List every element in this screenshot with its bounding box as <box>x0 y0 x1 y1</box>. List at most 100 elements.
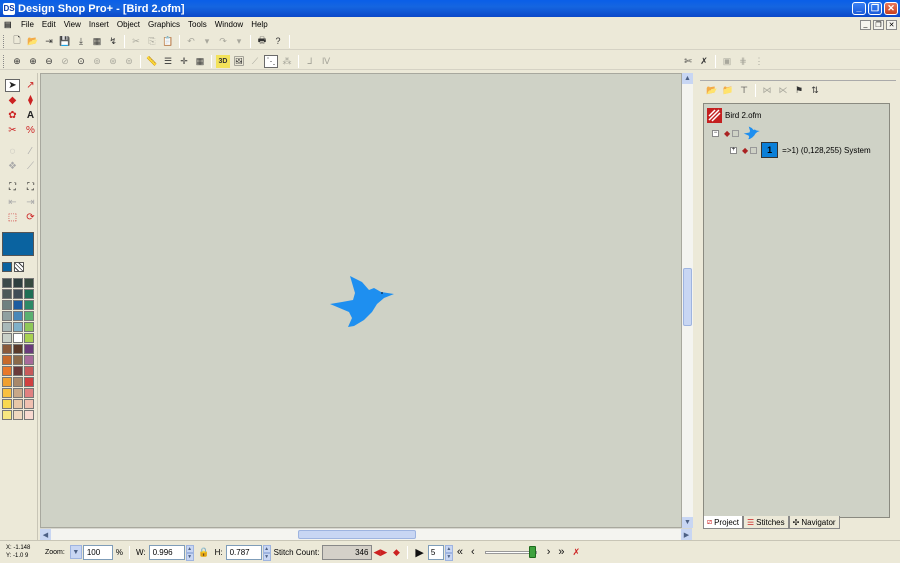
height-stepper[interactable]: ▲ ▼ <box>262 544 271 561</box>
fill-tool-icon[interactable]: ◆ <box>5 94 20 107</box>
color-swatch[interactable] <box>24 311 34 321</box>
color-swatch[interactable] <box>24 344 34 354</box>
wand-icon[interactable]: ⁄ <box>23 145 38 158</box>
tab-stitches[interactable]: ☰ Stitches <box>743 516 789 529</box>
scroll-right-icon[interactable]: ▶ <box>681 529 692 540</box>
background-image-icon[interactable]: 🖼 <box>232 55 246 68</box>
lettering-icon[interactable]: ⅃ <box>303 55 317 68</box>
paste-icon[interactable]: 📋 <box>161 35 175 48</box>
doc-minimize-icon[interactable]: _ <box>860 19 871 30</box>
panel-flag-icon[interactable]: ⚑ <box>792 84 806 97</box>
select-arrow-icon[interactable]: ➤ <box>5 79 20 92</box>
color-swatch[interactable] <box>24 366 34 376</box>
design-canvas[interactable] <box>40 73 682 528</box>
panel-tree-icon[interactable]: ⊤ <box>737 84 751 97</box>
undo-dropdown-icon[interactable]: ▾ <box>200 35 214 48</box>
color-swatch[interactable] <box>13 278 23 288</box>
expand-icon[interactable]: + <box>730 146 737 154</box>
previous-stitch-icon[interactable]: ‹ <box>471 546 475 558</box>
color-swatch[interactable] <box>24 399 34 409</box>
ruler-icon[interactable]: 📏 <box>145 55 159 68</box>
color-swatch[interactable] <box>2 289 12 299</box>
lasso-icon[interactable]: ◌ <box>5 145 20 158</box>
current-color-box[interactable] <box>2 232 34 256</box>
menu-help[interactable]: Help <box>247 20 271 29</box>
color-swatch[interactable] <box>24 377 34 387</box>
show-stitches-icon[interactable]: ⁂ <box>280 55 294 68</box>
3d-view-icon[interactable]: 3D <box>216 54 230 68</box>
color-swatch[interactable] <box>13 289 23 299</box>
copy-icon[interactable]: ⎘ <box>145 35 159 48</box>
grid-icon[interactable]: ▦ <box>193 55 207 68</box>
color-swatch[interactable] <box>24 278 34 288</box>
node-edit-icon[interactable]: ❖ <box>5 160 20 173</box>
color-swatch[interactable] <box>24 333 34 343</box>
transform-icon[interactable]: ⬚ <box>5 211 20 224</box>
panel-move-up-icon[interactable]: ⋈ <box>760 84 774 97</box>
menu-view[interactable]: View <box>60 20 85 29</box>
color-swatch[interactable] <box>13 388 23 398</box>
zoom-page-icon[interactable]: ⊚ <box>90 55 104 68</box>
rotate-icon[interactable]: ⟳ <box>23 211 38 224</box>
zoom-in-icon[interactable]: ⊕ <box>26 55 40 68</box>
save-to-machine-icon[interactable]: ⤓ <box>74 35 88 48</box>
stitch-updown-icon[interactable]: ◆ <box>389 546 403 559</box>
color-swatch[interactable] <box>2 355 12 365</box>
project-tree[interactable]: Bird 2.ofm − ◆ + ◆ 1 =>1) (0,128,255) Sy… <box>703 103 890 518</box>
collapse-icon[interactable]: − <box>712 129 719 137</box>
color-swatch[interactable] <box>2 278 12 288</box>
color-swatch[interactable] <box>2 377 12 387</box>
menu-edit[interactable]: Edit <box>38 20 60 29</box>
vertical-scrollbar[interactable]: ▲ ▼ <box>682 73 693 528</box>
sewing-machine-icon[interactable]: ✄ <box>681 55 695 68</box>
toolbar-grip[interactable] <box>3 54 6 68</box>
panel-open-icon[interactable]: 📂 <box>705 84 719 97</box>
align-right-icon[interactable]: ⇥ <box>23 196 38 209</box>
close-button[interactable]: ✕ <box>884 2 898 15</box>
new-file-icon[interactable]: 🗋 <box>10 35 24 48</box>
align-left-icon[interactable]: ⇤ <box>5 196 20 209</box>
redo-icon[interactable]: ↷ <box>216 35 230 48</box>
no-color-icon[interactable] <box>14 262 24 272</box>
tree-file-row[interactable]: Bird 2.ofm <box>707 108 761 123</box>
zoom-dropdown-icon[interactable]: ▼ <box>69 545 82 559</box>
save-icon[interactable]: 💾 <box>58 35 72 48</box>
help-icon[interactable]: ? <box>271 35 285 48</box>
color-swatch[interactable] <box>2 311 12 321</box>
doc-close-icon[interactable]: ✕ <box>886 19 897 30</box>
trim-icon[interactable]: ✗ <box>697 55 711 68</box>
distribute-icon[interactable]: ⋮ <box>752 55 766 68</box>
undo-icon[interactable]: ↶ <box>184 35 198 48</box>
color-swatch[interactable] <box>24 410 34 420</box>
tab-navigator[interactable]: ✣ Navigator <box>788 516 840 529</box>
color-swatch[interactable] <box>24 300 34 310</box>
bird-design[interactable] <box>328 274 398 330</box>
zoom-field[interactable]: 100 <box>82 544 113 560</box>
guide-icon[interactable]: ☰ <box>161 55 175 68</box>
color-swatch[interactable] <box>13 344 23 354</box>
zoom-out-icon[interactable]: ⊖ <box>42 55 56 68</box>
menu-graphics[interactable]: Graphics <box>144 20 184 29</box>
redo-dropdown-icon[interactable]: ▾ <box>232 35 246 48</box>
color-swatch[interactable] <box>2 333 12 343</box>
visibility-checkbox[interactable] <box>732 129 740 137</box>
next-stitch-icon[interactable]: › <box>547 546 551 558</box>
print-icon[interactable]: 🖶 <box>255 35 269 48</box>
zoom-window-icon[interactable]: ⊕ <box>10 55 24 68</box>
color-swatch[interactable] <box>2 388 12 398</box>
color-swatch[interactable] <box>2 344 12 354</box>
color-swatch[interactable] <box>13 333 23 343</box>
open-folder-icon[interactable]: 📂 <box>26 35 40 48</box>
solid-color-icon[interactable] <box>2 262 12 272</box>
slider-knob[interactable] <box>528 546 536 558</box>
color-swatch[interactable] <box>24 388 34 398</box>
color-swatch[interactable] <box>13 410 23 420</box>
visibility-checkbox[interactable] <box>750 146 758 154</box>
applique-icon[interactable]: ✿ <box>5 109 20 122</box>
ungroup-icon[interactable]: ⛶ <box>23 181 38 194</box>
color-swatch[interactable] <box>2 410 12 420</box>
tab-project[interactable]: ⧄ Project <box>703 516 743 529</box>
percent-tool-icon[interactable]: % <box>23 124 38 137</box>
last-stitch-icon[interactable]: » <box>558 546 564 558</box>
maximize-button[interactable]: ❐ <box>868 2 882 15</box>
